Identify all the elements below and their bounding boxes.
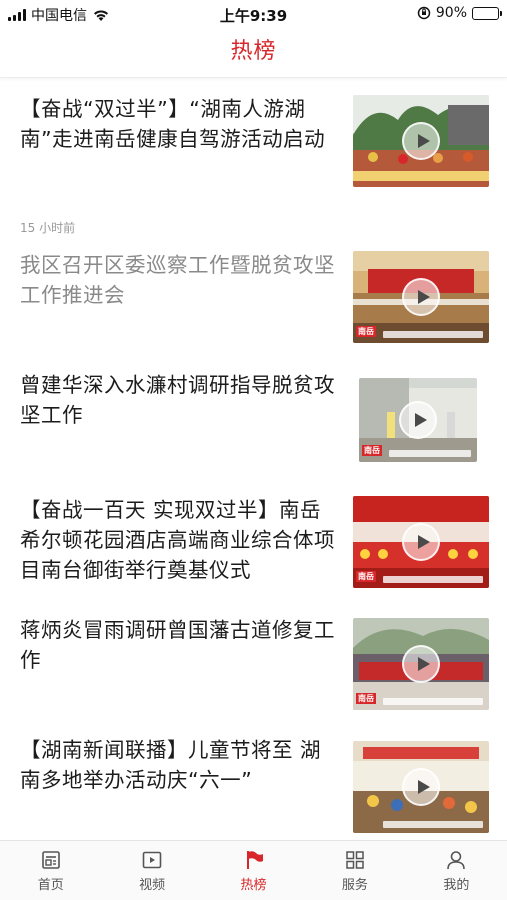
news-thumbnail[interactable] [353, 741, 489, 833]
play-icon[interactable] [402, 768, 440, 806]
caption-bar [383, 576, 483, 583]
tab-label: 热榜 [240, 878, 267, 893]
grid-icon [346, 851, 364, 869]
news-item[interactable]: 【湖南新闻联播】儿童节将至 湖南多地举办活动庆“六一” [0, 735, 507, 833]
battery-icon [472, 6, 502, 20]
play-icon[interactable] [402, 122, 440, 160]
top-header: 热榜 [0, 28, 507, 78]
tab-hot-list[interactable]: 热榜 [203, 841, 304, 900]
news-item[interactable]: 我区召开区委巡察工作暨脱贫攻坚工作推进会 南岳 [0, 250, 507, 345]
play-icon[interactable] [402, 278, 440, 316]
channel-logo: 南岳 [362, 445, 382, 456]
news-title[interactable]: 【奋战一百天 实现双过半】南岳希尔顿花园酒店高端商业综合体项目南台御街举行奠基仪… [20, 495, 338, 585]
home-icon [41, 851, 60, 869]
news-title[interactable]: 蒋炳炎冒雨调研曾国藩古道修复工作 [20, 615, 338, 675]
news-thumbnail[interactable]: 南岳 [353, 496, 489, 588]
news-title[interactable]: 【奋战“双过半”】“湖南人游湖南”走进南岳健康自驾游活动启动 [20, 94, 338, 154]
caption-bar [389, 450, 471, 457]
battery-percent: 90% [435, 5, 467, 21]
tab-label: 视频 [139, 878, 166, 893]
news-thumbnail[interactable]: 南岳 [359, 378, 477, 462]
news-thumbnail[interactable]: 南岳 [353, 251, 489, 343]
news-thumbnail[interactable]: 南岳 [353, 618, 489, 710]
channel-logo: 南岳 [356, 693, 376, 704]
tab-services[interactable]: 服务 [304, 841, 405, 900]
caption-bar [383, 331, 483, 338]
tab-video[interactable]: 视频 [101, 841, 202, 900]
channel-logo: 南岳 [356, 571, 376, 582]
flag-icon [246, 851, 263, 869]
tab-label: 我的 [443, 878, 470, 893]
play-icon[interactable] [399, 401, 437, 439]
news-title[interactable]: 我区召开区委巡察工作暨脱贫攻坚工作推进会 [20, 250, 338, 310]
video-icon [142, 851, 162, 869]
news-item[interactable]: 【奋战一百天 实现双过半】南岳希尔顿花园酒店高端商业综合体项目南台御街举行奠基仪… [0, 495, 507, 595]
tab-label: 服务 [341, 878, 368, 893]
bottom-tab-bar: 首页 视频 热榜 服务 我的 [0, 840, 507, 900]
status-bar: 中国电信 上午9:39 90% [0, 0, 507, 28]
news-title[interactable]: 曾建华深入水濂村调研指导脱贫攻坚工作 [20, 370, 338, 430]
caption-bar [383, 821, 483, 828]
page-title: 热榜 [230, 39, 277, 64]
tab-label: 首页 [37, 878, 64, 893]
channel-logo: 南岳 [356, 326, 376, 337]
news-item[interactable]: 曾建华深入水濂村调研指导脱贫攻坚工作 南岳 [0, 370, 507, 465]
news-time: 15 小时前 [20, 221, 76, 235]
play-icon[interactable] [402, 523, 440, 561]
play-icon[interactable] [402, 645, 440, 683]
orientation-lock-icon [417, 6, 431, 20]
tab-me[interactable]: 我的 [406, 841, 507, 900]
caption-bar [383, 698, 483, 705]
news-thumbnail[interactable] [353, 95, 489, 187]
tab-home[interactable]: 首页 [0, 841, 101, 900]
person-icon [447, 851, 466, 870]
news-title[interactable]: 【湖南新闻联播】儿童节将至 湖南多地举办活动庆“六一” [20, 735, 338, 795]
news-item[interactable]: 【奋战“双过半”】“湖南人游湖南”走进南岳健康自驾游活动启动 15 小时前 [0, 94, 507, 239]
news-item[interactable]: 蒋炳炎冒雨调研曾国藩古道修复工作 南岳 [0, 615, 507, 710]
